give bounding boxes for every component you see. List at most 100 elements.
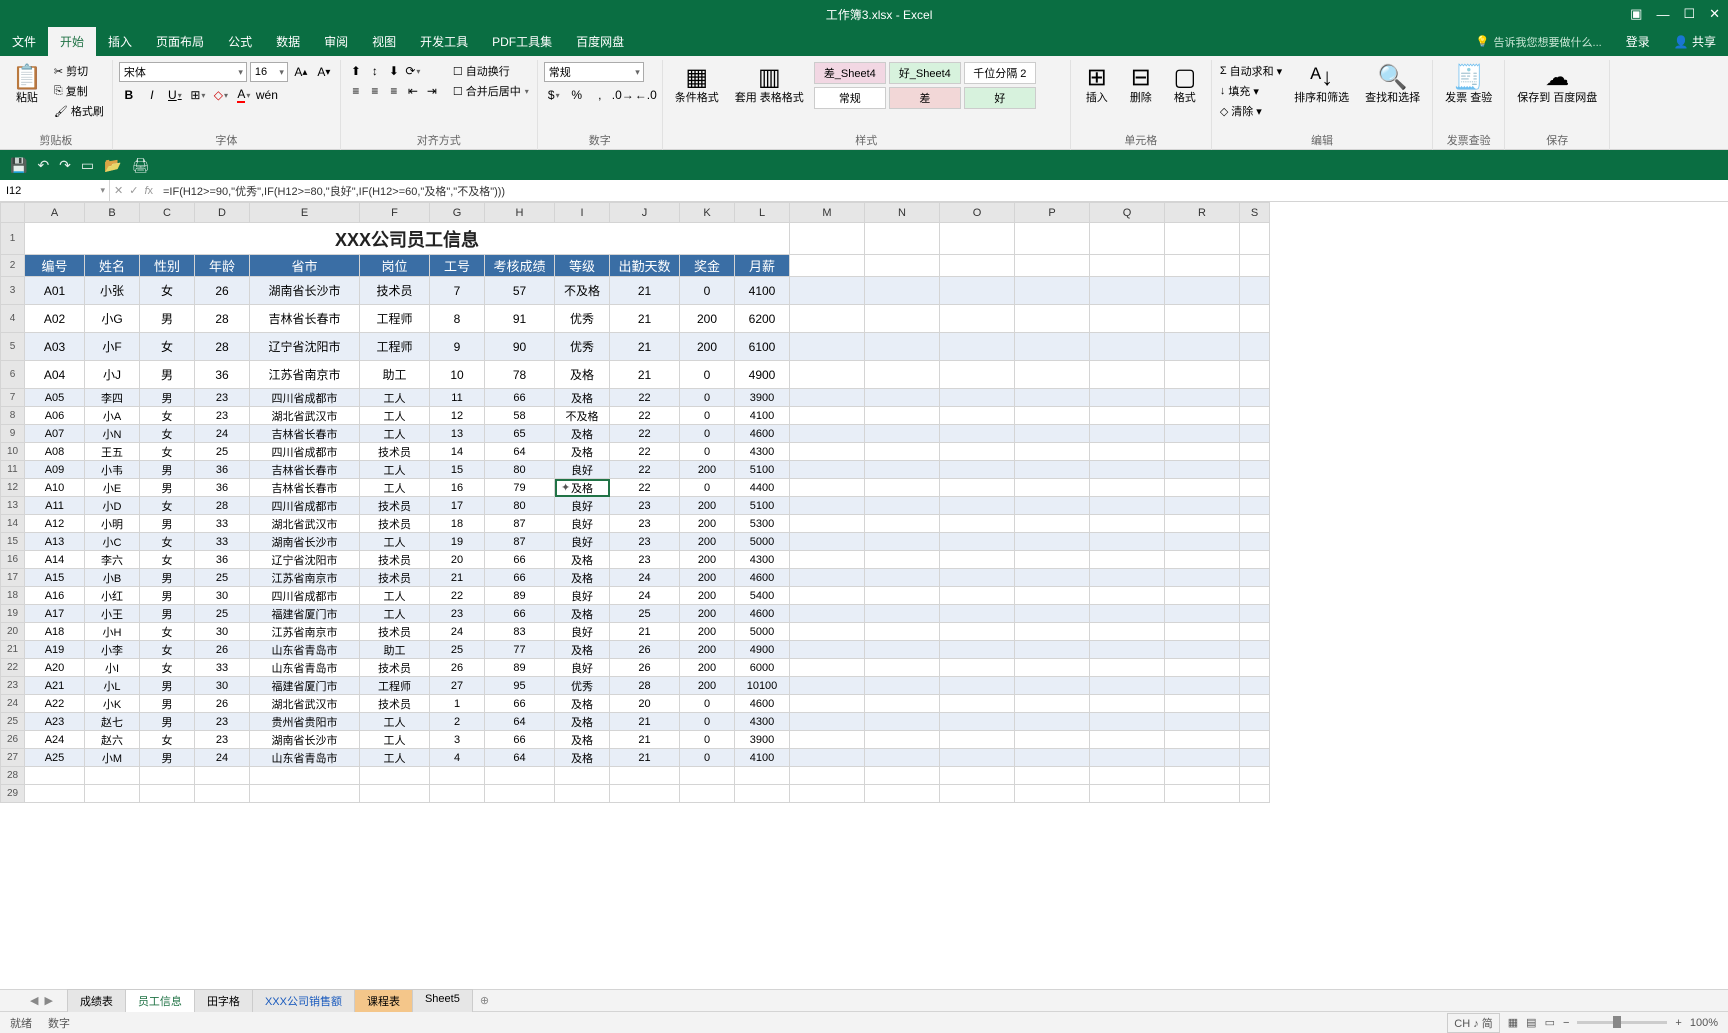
data-cell[interactable]: 1 (430, 695, 485, 713)
data-cell[interactable]: 助工 (360, 641, 430, 659)
data-cell[interactable]: 福建省厦门市 (250, 605, 360, 623)
phonetic-button[interactable]: wén (257, 85, 277, 105)
data-cell[interactable]: 36 (195, 479, 250, 497)
percent-icon[interactable]: % (567, 85, 587, 105)
formula-input[interactable]: =IF(H12>=90,"优秀",IF(H12>=80,"良好",IF(H12>… (157, 180, 1728, 201)
data-cell[interactable]: 9 (430, 333, 485, 361)
data-cell[interactable]: 四川省成都市 (250, 497, 360, 515)
align-left-icon[interactable]: ≡ (347, 82, 365, 100)
data-cell[interactable]: 女 (140, 533, 195, 551)
data-cell[interactable]: 18 (430, 515, 485, 533)
zoom-slider[interactable] (1577, 1021, 1667, 1024)
ribbon-tab-10[interactable]: 百度网盘 (564, 27, 636, 56)
empty-cell[interactable] (85, 767, 140, 785)
baidu-save-button[interactable]: ☁保存到 百度网盘 (1511, 62, 1603, 106)
data-cell[interactable]: 工人 (360, 749, 430, 767)
data-cell[interactable]: 优秀 (555, 333, 610, 361)
data-cell[interactable]: 5000 (735, 533, 790, 551)
data-cell[interactable]: 66 (485, 605, 555, 623)
data-cell[interactable]: 22 (610, 389, 680, 407)
data-cell[interactable]: 0 (680, 425, 735, 443)
data-cell[interactable]: 及格 (555, 569, 610, 587)
ime-indicator[interactable]: CH ♪ 简 (1447, 1013, 1500, 1033)
data-cell[interactable]: 25 (195, 443, 250, 461)
data-cell[interactable]: 36 (195, 551, 250, 569)
row-header[interactable]: 5 (1, 333, 25, 361)
data-cell[interactable]: 80 (485, 461, 555, 479)
data-cell[interactable]: 22 (610, 443, 680, 461)
data-cell[interactable]: 23 (610, 551, 680, 569)
data-cell[interactable]: 200 (680, 551, 735, 569)
row-header[interactable]: 29 (1, 785, 25, 803)
data-cell[interactable]: 5000 (735, 623, 790, 641)
column-header[interactable]: S (1240, 203, 1270, 223)
data-cell[interactable]: 24 (195, 425, 250, 443)
data-cell[interactable]: A15 (25, 569, 85, 587)
redo-icon[interactable]: ↷ (59, 157, 71, 174)
data-cell[interactable]: 6200 (735, 305, 790, 333)
data-cell[interactable]: 65 (485, 425, 555, 443)
data-cell[interactable]: 吉林省长春市 (250, 461, 360, 479)
data-cell[interactable]: A02 (25, 305, 85, 333)
cell-style-item[interactable]: 好_Sheet4 (889, 62, 961, 84)
align-bottom-icon[interactable]: ⬇ (385, 62, 403, 80)
data-cell[interactable]: 及格 (555, 443, 610, 461)
data-cell[interactable]: 0 (680, 361, 735, 389)
data-cell[interactable]: A08 (25, 443, 85, 461)
cell-style-item[interactable]: 差_Sheet4 (814, 62, 886, 84)
row-header[interactable]: 16 (1, 551, 25, 569)
view-pagebreak-icon[interactable]: ▭ (1545, 1016, 1555, 1029)
data-cell[interactable]: 22 (610, 407, 680, 425)
data-cell[interactable]: 64 (485, 443, 555, 461)
tab-nav-next-icon[interactable]: ▶ (44, 994, 52, 1007)
data-cell[interactable]: 技术员 (360, 443, 430, 461)
data-cell[interactable]: 26 (610, 641, 680, 659)
data-cell[interactable]: A18 (25, 623, 85, 641)
data-cell[interactable]: 女 (140, 731, 195, 749)
tellme[interactable]: 💡 告诉我您想要做什么... (1464, 27, 1614, 56)
empty-cell[interactable] (865, 785, 940, 803)
data-cell[interactable]: 4600 (735, 425, 790, 443)
data-cell[interactable]: 4600 (735, 569, 790, 587)
zoom-level[interactable]: 100% (1690, 1017, 1718, 1029)
empty-cell[interactable] (250, 785, 360, 803)
row-header[interactable]: 26 (1, 731, 25, 749)
data-cell[interactable]: 小H (85, 623, 140, 641)
data-cell[interactable]: 男 (140, 479, 195, 497)
ribbon-tab-3[interactable]: 页面布局 (144, 27, 216, 56)
data-cell[interactable]: 21 (610, 623, 680, 641)
data-cell[interactable]: 4 (430, 749, 485, 767)
increase-font-icon[interactable]: A▴ (291, 62, 311, 82)
sheet-tab[interactable]: Sheet5 (412, 989, 473, 1012)
empty-cell[interactable] (195, 767, 250, 785)
data-cell[interactable]: 33 (195, 515, 250, 533)
data-cell[interactable]: 23 (430, 605, 485, 623)
data-cell[interactable]: 6100 (735, 333, 790, 361)
align-top-icon[interactable]: ⬆ (347, 62, 365, 80)
data-cell[interactable]: A24 (25, 731, 85, 749)
data-cell[interactable]: ✦及格 (555, 479, 610, 497)
data-cell[interactable]: 0 (680, 731, 735, 749)
row-header[interactable]: 8 (1, 407, 25, 425)
data-cell[interactable]: 22 (610, 479, 680, 497)
data-cell[interactable]: 赵六 (85, 731, 140, 749)
row-header[interactable]: 27 (1, 749, 25, 767)
row-header[interactable]: 2 (1, 255, 25, 277)
data-cell[interactable]: 200 (680, 569, 735, 587)
data-cell[interactable]: 小I (85, 659, 140, 677)
sheet-tab[interactable]: 员工信息 (125, 989, 195, 1012)
ribbon-tab-4[interactable]: 公式 (216, 27, 264, 56)
data-cell[interactable]: 20 (610, 695, 680, 713)
data-cell[interactable]: 技术员 (360, 569, 430, 587)
name-box[interactable]: I12 (0, 180, 110, 201)
column-header[interactable]: M (790, 203, 865, 223)
data-cell[interactable]: 小王 (85, 605, 140, 623)
data-cell[interactable]: 女 (140, 641, 195, 659)
data-cell[interactable]: 及格 (555, 389, 610, 407)
empty-cell[interactable] (360, 767, 430, 785)
data-cell[interactable]: 小J (85, 361, 140, 389)
data-cell[interactable]: 及格 (555, 425, 610, 443)
share-button[interactable]: 👤 共享 (1662, 27, 1728, 56)
data-cell[interactable]: 8 (430, 305, 485, 333)
data-cell[interactable]: 良好 (555, 623, 610, 641)
